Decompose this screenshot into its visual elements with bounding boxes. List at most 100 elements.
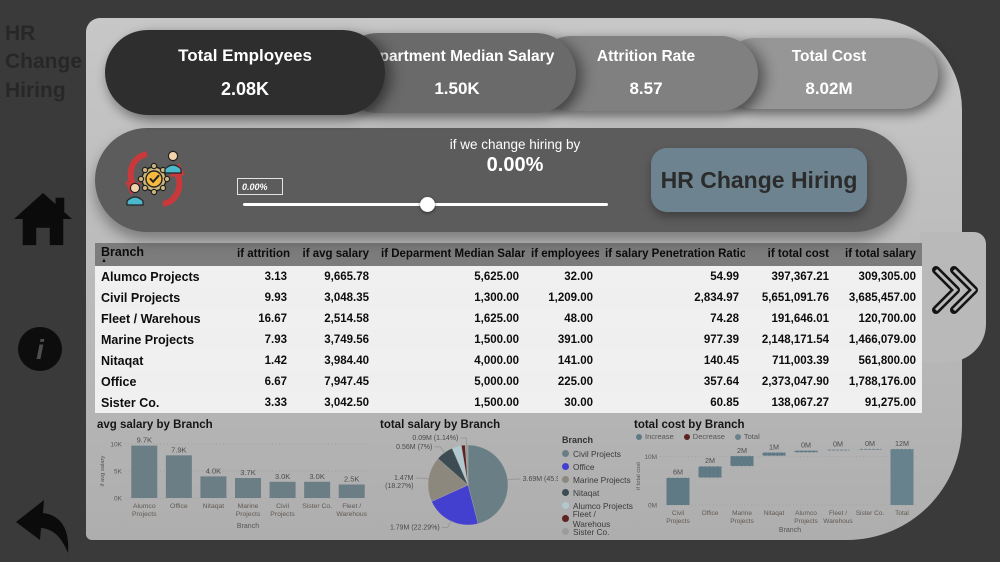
table-cell[interactable]: 1,466,079.00 xyxy=(835,334,922,346)
legend-item[interactable]: Increase xyxy=(636,432,674,441)
table-cell[interactable]: 977.39 xyxy=(599,334,745,346)
bar[interactable] xyxy=(304,481,331,498)
table-row[interactable]: Office 6.67 7,947.45 5,000.00 225.00 357.64 2,… xyxy=(95,371,922,392)
legend-item[interactable]: Decrease xyxy=(683,432,725,441)
info-button[interactable]: i xyxy=(17,326,63,377)
table-cell[interactable]: 91,275.00 xyxy=(835,397,922,409)
table-cell[interactable]: 1,625.00 xyxy=(375,313,525,325)
table-cell[interactable]: 1,788,176.00 xyxy=(835,376,922,388)
table-cell[interactable]: 32.00 xyxy=(525,271,599,283)
table-cell[interactable]: 54.99 xyxy=(599,271,745,283)
table-cell[interactable]: 7.93 xyxy=(231,334,293,346)
branch-cell[interactable]: Nitaqat xyxy=(95,354,231,368)
table-row[interactable]: Alumco Projects 3.13 9,665.78 5,625.00 32.00… xyxy=(95,266,922,287)
table-cell[interactable]: 2,514.58 xyxy=(293,313,375,325)
back-button[interactable] xyxy=(8,498,74,562)
waterfall-bar[interactable] xyxy=(730,455,754,467)
table-cell[interactable]: 397,367.21 xyxy=(745,271,835,283)
table-cell[interactable]: 5,000.00 xyxy=(375,376,525,388)
bar[interactable] xyxy=(235,478,261,498)
hiring-slider[interactable] xyxy=(243,196,608,212)
bar[interactable] xyxy=(165,455,192,498)
table-cell[interactable]: 357.64 xyxy=(599,376,745,388)
branch-cell[interactable]: Alumco Projects xyxy=(95,270,231,284)
next-page-chevron-icon[interactable] xyxy=(930,262,980,318)
table-cell[interactable]: 5,651,091.76 xyxy=(745,292,835,304)
branch-cell[interactable]: Civil Projects xyxy=(95,291,231,305)
table-cell[interactable]: 48.00 xyxy=(525,313,599,325)
table-cell[interactable]: 3,048.35 xyxy=(293,292,375,304)
bar[interactable] xyxy=(131,445,158,498)
table-cell[interactable]: 1,500.00 xyxy=(375,334,525,346)
column-header[interactable]: if Deparment Median Salary xyxy=(375,248,525,260)
table-cell[interactable]: 1,300.00 xyxy=(375,292,525,304)
table-cell[interactable]: 140.45 xyxy=(599,355,745,367)
legend-item[interactable]: Fleet / Warehous xyxy=(562,509,633,529)
bar[interactable] xyxy=(269,481,296,498)
table-cell[interactable]: 74.28 xyxy=(599,313,745,325)
branch-cell[interactable]: Fleet / Warehous xyxy=(95,312,231,326)
table-cell[interactable]: 391.00 xyxy=(525,334,599,346)
waterfall-bar[interactable] xyxy=(698,466,722,478)
table-cell[interactable]: 1,209.00 xyxy=(525,292,599,304)
waterfall-total-bar[interactable] xyxy=(890,448,914,505)
table-cell[interactable]: 9,665.78 xyxy=(293,271,375,283)
column-header[interactable]: if total cost xyxy=(745,248,835,260)
branch-cell[interactable]: Office xyxy=(95,375,231,389)
waterfall-bar[interactable] xyxy=(826,449,850,451)
waterfall-bar[interactable] xyxy=(794,450,818,453)
table-cell[interactable]: 2,834.97 xyxy=(599,292,745,304)
table-cell[interactable]: 1,500.00 xyxy=(375,397,525,409)
table-cell[interactable]: 3.13 xyxy=(231,271,293,283)
table-cell[interactable]: 60.85 xyxy=(599,397,745,409)
table-cell[interactable]: 9.93 xyxy=(231,292,293,304)
bar[interactable] xyxy=(200,476,227,498)
column-header[interactable]: if total salary xyxy=(835,248,922,260)
legend-item[interactable]: Office xyxy=(562,460,633,473)
home-button[interactable] xyxy=(12,190,74,253)
table-cell[interactable]: 225.00 xyxy=(525,376,599,388)
table-cell[interactable]: 4,000.00 xyxy=(375,355,525,367)
waterfall-bar[interactable] xyxy=(858,448,882,450)
column-header[interactable]: Branch ▲ xyxy=(95,246,231,263)
waterfall-bar[interactable] xyxy=(666,477,690,505)
table-cell[interactable]: 7,947.45 xyxy=(293,376,375,388)
branch-cell[interactable]: Marine Projects xyxy=(95,333,231,347)
branch-cell[interactable]: Sister Co. xyxy=(95,396,231,410)
table-cell[interactable]: 141.00 xyxy=(525,355,599,367)
table-cell[interactable]: 6.67 xyxy=(231,376,293,388)
table-cell[interactable]: 711,003.39 xyxy=(745,355,835,367)
column-header[interactable]: if salary Penetration Ratio xyxy=(599,248,745,260)
legend-item[interactable]: Total xyxy=(734,432,760,441)
table-cell[interactable]: 3.33 xyxy=(231,397,293,409)
legend-item[interactable]: Marine Projects xyxy=(562,473,633,486)
table-cell[interactable]: 3,685,457.00 xyxy=(835,292,922,304)
table-cell[interactable]: 16.67 xyxy=(231,313,293,325)
table-row[interactable]: Marine Projects 7.93 3,749.56 1,500.00 391.0… xyxy=(95,329,922,350)
table-cell[interactable]: 561,800.00 xyxy=(835,355,922,367)
column-header[interactable]: if employees xyxy=(525,248,599,260)
column-header[interactable]: if avg salary xyxy=(293,248,375,260)
legend-item[interactable]: Nitaqat xyxy=(562,486,633,499)
waterfall-bar[interactable] xyxy=(762,452,786,456)
slider-thumb[interactable] xyxy=(420,197,436,212)
table-row[interactable]: Fleet / Warehous 16.67 2,514.58 1,625.00 48.… xyxy=(95,308,922,329)
table-cell[interactable]: 2,373,047.90 xyxy=(745,376,835,388)
column-header[interactable]: if attrition % xyxy=(231,248,293,260)
table-cell[interactable]: 5,625.00 xyxy=(375,271,525,283)
hiring-percent-input[interactable] xyxy=(237,178,283,195)
table-cell[interactable]: 120,700.00 xyxy=(835,313,922,325)
hr-change-hiring-button[interactable]: HR Change Hiring xyxy=(651,148,867,212)
table-cell[interactable]: 2,148,171.54 xyxy=(745,334,835,346)
table-cell[interactable]: 3,984.40 xyxy=(293,355,375,367)
bar[interactable] xyxy=(338,484,365,499)
kpi-total-employees[interactable]: Total Employees 2.08K xyxy=(105,30,385,115)
table-cell[interactable]: 3,042.50 xyxy=(293,397,375,409)
table-cell[interactable]: 138,067.27 xyxy=(745,397,835,409)
table-row[interactable]: Sister Co. 3.33 3,042.50 1,500.00 30.00 60.85… xyxy=(95,392,922,413)
table-cell[interactable]: 3,749.56 xyxy=(293,334,375,346)
table-row[interactable]: Nitaqat 1.42 3,984.40 4,000.00 141.00 140.45 7… xyxy=(95,350,922,371)
legend-item[interactable]: Civil Projects xyxy=(562,447,633,460)
table-cell[interactable]: 1.42 xyxy=(231,355,293,367)
table-cell[interactable]: 30.00 xyxy=(525,397,599,409)
